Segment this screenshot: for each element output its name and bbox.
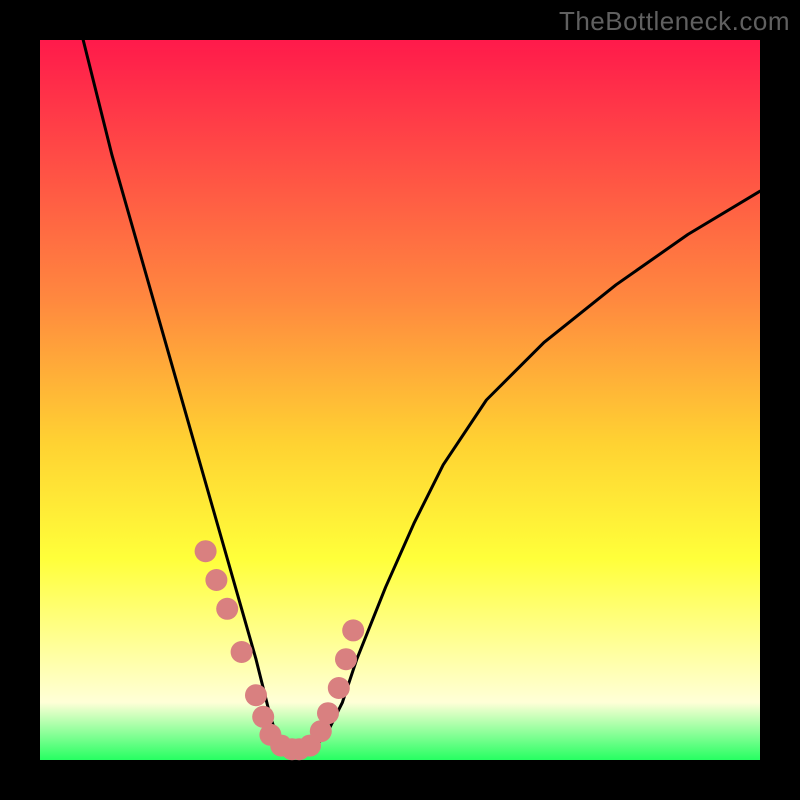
- highlight-dot: [317, 702, 339, 724]
- highlight-dot: [231, 641, 253, 663]
- highlight-dot: [245, 684, 267, 706]
- highlight-dot: [328, 677, 350, 699]
- bottleneck-chart: [0, 0, 800, 800]
- plot-background: [40, 40, 760, 760]
- chart-frame: TheBottleneck.com: [0, 0, 800, 800]
- highlight-dot: [335, 648, 357, 670]
- highlight-dot: [216, 598, 238, 620]
- highlight-dot: [205, 569, 227, 591]
- watermark-text: TheBottleneck.com: [559, 6, 790, 37]
- highlight-dot: [342, 619, 364, 641]
- highlight-dot: [195, 540, 217, 562]
